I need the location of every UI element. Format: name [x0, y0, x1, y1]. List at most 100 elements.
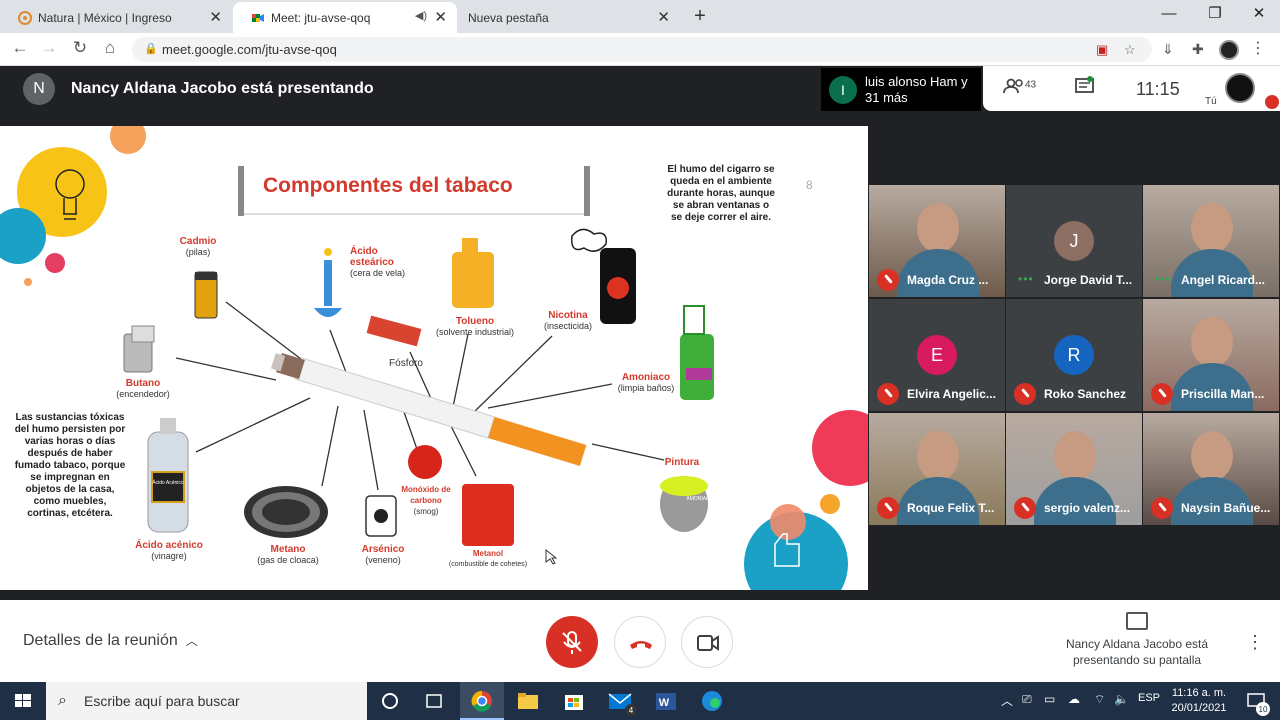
- network-icon[interactable]: ⌔: [1094, 692, 1105, 707]
- unread-dot: [1087, 76, 1093, 82]
- clock-time: 11:16 a. m.: [1171, 687, 1227, 699]
- label-monoxido: Monóxido de carbono (smog): [401, 485, 451, 516]
- label-nicotina: Nicotina (insecticida): [543, 310, 592, 331]
- new-tab-button[interactable]: +: [686, 4, 714, 30]
- close-tab-icon[interactable]: ✕: [434, 8, 447, 26]
- profile-avatar[interactable]: [1219, 40, 1239, 60]
- orange-circle: [110, 126, 146, 154]
- taskbar-search-box[interactable]: ⌕ Escribe aquí para buscar: [46, 682, 367, 720]
- camera-blocked-icon[interactable]: ▣: [1096, 37, 1108, 62]
- restore-icon[interactable]: ❐: [1192, 0, 1238, 30]
- toluene-can-image: [452, 252, 494, 308]
- reload-icon[interactable]: ↻: [69, 38, 91, 58]
- home-icon[interactable]: ⌂: [99, 38, 121, 58]
- battery-icon[interactable]: ▭: [1044, 692, 1055, 706]
- forward-icon[interactable]: →: [38, 38, 60, 58]
- participant-tile[interactable]: Naysin Bañue...: [1143, 413, 1279, 525]
- start-button[interactable]: [0, 682, 46, 720]
- participant-tile[interactable]: E Elvira Angelic...: [869, 299, 1005, 411]
- muted-mic-icon: [877, 497, 899, 519]
- file-explorer-app[interactable]: [506, 682, 550, 720]
- others-text: luis alonso Ham y 31 más: [865, 74, 968, 105]
- clock-date: 20/01/2021: [1171, 702, 1227, 714]
- chevron-up-icon: ︿: [185, 634, 198, 648]
- chrome-icon: [471, 690, 492, 712]
- chrome-app[interactable]: [460, 682, 504, 720]
- task-view-button[interactable]: [412, 682, 456, 720]
- address-bar[interactable]: 🔒 meet.google.com/jtu-avse-qoq ▣ ☆: [132, 37, 1152, 62]
- fuel-can-image: [462, 484, 514, 546]
- meet-now-icon[interactable]: ⎚: [1022, 692, 1032, 707]
- muted-mic-icon: [1151, 383, 1173, 405]
- label-metanol: Metanol (combustible de cohetes): [448, 549, 528, 568]
- tab-meet[interactable]: Meet: jtu-avse-qoq ◀) ✕: [233, 2, 457, 33]
- slide-page-number: 8: [806, 178, 813, 192]
- camera-toggle-button[interactable]: [681, 616, 733, 668]
- minimize-icon[interactable]: —: [1146, 0, 1192, 30]
- muted-mic-icon: [1014, 383, 1036, 405]
- extension-icon[interactable]: ⇓: [1162, 41, 1174, 58]
- label-fosforo: Fósforo: [389, 358, 423, 369]
- search-placeholder: Escribe aquí para buscar: [84, 693, 240, 709]
- present-screen-icon[interactable]: [1126, 612, 1148, 630]
- tab-new[interactable]: Nueva pestaña ✕: [458, 2, 680, 33]
- self-avatar[interactable]: [1225, 73, 1255, 103]
- red-circle: [812, 410, 868, 486]
- audio-playing-icon[interactable]: ◀): [415, 9, 427, 22]
- close-tab-icon[interactable]: ✕: [657, 8, 670, 26]
- bookmark-star-icon[interactable]: ☆: [1124, 37, 1136, 62]
- meeting-details-button[interactable]: Detalles de la reunión ︿: [23, 632, 198, 650]
- co-warning-image: [408, 445, 442, 479]
- self-muted-mic-icon: [1265, 95, 1279, 109]
- other-participants-chip[interactable]: I luis alonso Ham y 31 más: [821, 68, 981, 111]
- tab-title: Nueva pestaña: [468, 10, 549, 25]
- muted-mic-icon: [877, 383, 899, 405]
- windows-logo-icon: [15, 694, 31, 707]
- hang-up-icon: [630, 641, 652, 649]
- onedrive-icon[interactable]: ☁: [1068, 692, 1080, 706]
- participant-avatar: R: [1054, 335, 1094, 375]
- participant-tile[interactable]: J ••• Jorge David T...: [1006, 185, 1142, 297]
- search-icon: ⌕: [58, 692, 67, 709]
- url-text: meet.google.com/jtu-avse-qoq: [162, 42, 337, 57]
- word-app[interactable]: W: [644, 682, 688, 720]
- people-button[interactable]: 43: [1003, 78, 1036, 99]
- menu-icon[interactable]: ⋮: [1250, 38, 1266, 58]
- store-app[interactable]: [552, 682, 596, 720]
- tab-natura[interactable]: Natura | México | Ingreso ✕: [0, 2, 232, 33]
- slide-note-right: El humo del cigarro se queda en el ambie…: [667, 164, 775, 223]
- label-tolueno: Tolueno (solvente industrial): [435, 316, 515, 337]
- tab-title: Natura | México | Ingreso: [38, 10, 172, 25]
- participant-tile[interactable]: Roque Felix T...: [869, 413, 1005, 525]
- participant-tile[interactable]: ••• Angel Ricard...: [1143, 185, 1279, 297]
- participant-name: Roko Sanchez: [1044, 387, 1127, 401]
- svg-text:W: W: [659, 697, 670, 709]
- participant-tile[interactable]: Magda Cruz ...: [869, 185, 1005, 297]
- close-tab-icon[interactable]: ✕: [209, 8, 222, 26]
- audio-level-icon: •••: [1018, 272, 1034, 286]
- leave-call-button[interactable]: [614, 616, 666, 668]
- back-icon[interactable]: ←: [9, 38, 31, 58]
- close-window-icon[interactable]: ✕: [1236, 0, 1280, 30]
- puzzle-icon[interactable]: ✚: [1192, 41, 1204, 58]
- system-clock[interactable]: 11:16 a. m. 20/01/2021: [1168, 686, 1230, 716]
- slide-note-left: Las sustancias tóxicas del humo persiste…: [14, 412, 126, 519]
- cortana-button[interactable]: [368, 682, 412, 720]
- show-hidden-icons[interactable]: ︿: [1001, 692, 1013, 709]
- participant-tile[interactable]: sergio valenz...: [1006, 413, 1142, 525]
- mic-toggle-button[interactable]: [546, 616, 598, 668]
- action-center-button[interactable]: 10: [1236, 682, 1280, 720]
- muted-mic-icon: [877, 269, 899, 291]
- participant-tile[interactable]: Priscilla Man...: [1143, 299, 1279, 411]
- input-language[interactable]: ESP: [1138, 692, 1160, 704]
- more-options-icon[interactable]: ⋮: [1246, 632, 1264, 653]
- presentation-slide: Componentes del tabaco 8 El humo del cig…: [0, 126, 868, 590]
- participant-avatar: J: [1054, 221, 1094, 261]
- volume-icon[interactable]: 🔈: [1114, 692, 1129, 706]
- slide-title: Componentes del tabaco: [263, 174, 513, 197]
- meeting-time: 11:15: [1136, 79, 1180, 99]
- edge-app[interactable]: [690, 682, 734, 720]
- participant-tile[interactable]: R Roko Sanchez: [1006, 299, 1142, 411]
- mail-app[interactable]: 4: [598, 682, 642, 720]
- chat-button[interactable]: [1075, 76, 1095, 101]
